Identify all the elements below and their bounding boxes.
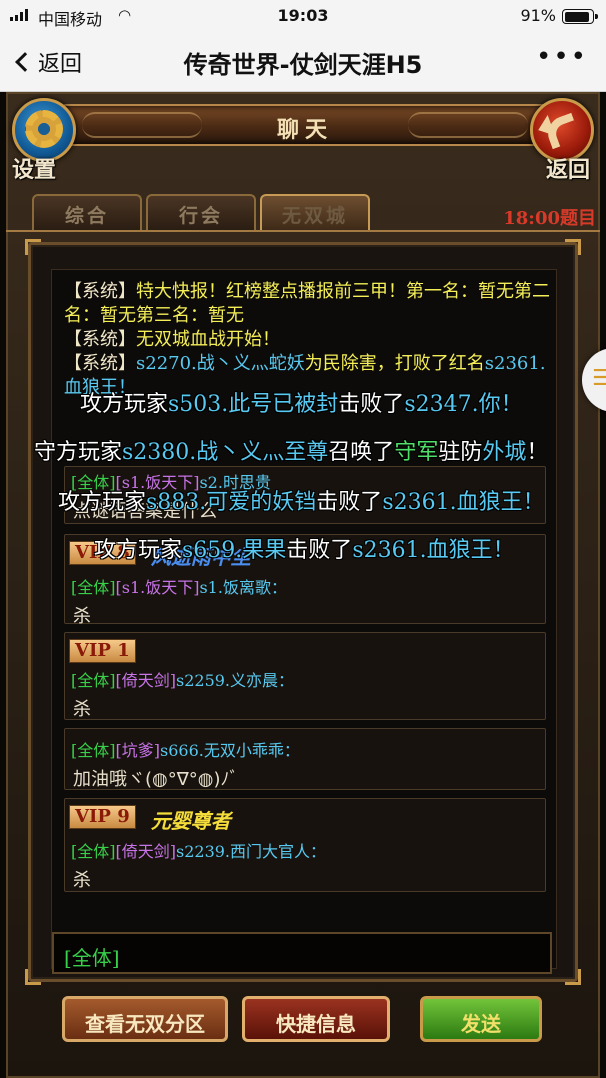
corner-ornament xyxy=(25,969,41,985)
system-message: 【系统】特大快报！红榜整点播报前三甲！第一名：暂无第二名：暂无第三名：暂无 xyxy=(64,281,550,326)
message-header: [全体][倚天剑]s2239.西门大官人： xyxy=(71,842,327,861)
wechat-nav-bar: 返回 传奇世界-仗剑天涯H5 ••• xyxy=(0,32,606,92)
page-title: 传奇世界-仗剑天涯H5 xyxy=(183,51,423,79)
message-text: 杀 xyxy=(73,606,91,627)
return-arrow-icon xyxy=(543,112,581,150)
tab-guild[interactable]: 行会 xyxy=(146,194,256,230)
chat-panel: 【系统】特大快报！红榜整点播报前三甲！第一名：暂无第二名：暂无第三名：暂无 【系… xyxy=(25,239,581,985)
battle-broadcast: 守方玩家s2380.战丶义灬至尊召唤了守军驻防外城！ xyxy=(34,440,549,465)
system-messages: 【系统】特大快报！红榜整点播报前三甲！第一名：暂无第二名：暂无第三名：暂无 【系… xyxy=(64,280,550,400)
chat-message-list[interactable]: 【系统】特大快报！红榜整点播报前三甲！第一名：暂无第二名：暂无第三名：暂无 【系… xyxy=(51,269,557,969)
chat-input[interactable]: [全体] xyxy=(52,932,552,974)
battery-icon xyxy=(562,9,598,24)
chat-message[interactable]: VIP 9 元婴尊者 [全体][倚天剑]s2239.西门大官人： 杀 xyxy=(64,798,546,892)
tab-wushuang-city[interactable]: 无双城 xyxy=(260,194,370,230)
vip-title: 元婴尊者 xyxy=(150,809,231,833)
send-button[interactable]: 发送 xyxy=(420,996,542,1042)
message-header: [全体][坑爹]s666.无双小乖乖： xyxy=(71,741,300,760)
battle-broadcast: 攻方玩家s659.果果击败了s2361.血狼王！ xyxy=(94,538,515,563)
corner-ornament xyxy=(25,239,41,255)
corner-ornament xyxy=(565,239,581,255)
view-zones-button[interactable]: 查看无双分区 xyxy=(62,996,228,1042)
message-text: 杀 xyxy=(73,870,91,891)
game-back-label: 返回 xyxy=(545,157,590,183)
vip-badge: VIP 9 xyxy=(69,805,136,829)
battle-broadcast: 攻方玩家s883.可爱的妖铛击败了s2361.血狼王！ xyxy=(58,490,545,515)
chat-message[interactable]: VIP 1 [全体][倚天剑]s2259.义亦晨： 杀 xyxy=(64,632,546,720)
chat-message[interactable]: [全体][坑爹]s666.无双小乖乖： 加油哦ヾ(◍°∇°◍)ﾉﾞ xyxy=(64,728,546,790)
system-message: 【系统】无双城血战开始！ xyxy=(64,329,280,350)
message-text: 杀 xyxy=(73,699,91,720)
chat-title: 聊天 xyxy=(276,118,333,143)
vip-badge: VIP 1 xyxy=(69,639,136,663)
tab-divider xyxy=(6,230,600,232)
status-bar: 中国移动 ◠ 19:03 91% xyxy=(0,0,606,32)
message-text: 加油哦ヾ(◍°∇°◍)ﾉﾞ xyxy=(73,769,239,790)
quick-message-button[interactable]: 快捷信息 xyxy=(242,996,390,1042)
settings-label: 设置 xyxy=(12,157,57,183)
menu-icon: ☰ xyxy=(592,366,606,391)
more-menu-button[interactable]: ••• xyxy=(536,42,588,72)
message-header: [全体][s1.饭天下]s1.饭离歌： xyxy=(71,578,287,597)
game-stage: 聊天 设置 返回 综合 行会 无双城 18:00题目 【系统】特大快报！红榜整点… xyxy=(0,92,606,1078)
clock: 19:03 xyxy=(277,6,329,25)
message-header: [全体][倚天剑]s2259.义亦晨： xyxy=(71,671,295,690)
battery-percent: 91% xyxy=(520,6,556,25)
corner-ornament xyxy=(565,969,581,985)
gear-icon xyxy=(25,110,63,148)
battle-broadcast: 攻方玩家s503.此号已被封击败了s2347.你！ xyxy=(80,392,523,417)
tab-general[interactable]: 综合 xyxy=(32,194,142,230)
chat-title-banner: 聊天 xyxy=(60,104,550,146)
scrolling-notice: 18:00题目 xyxy=(503,208,596,229)
chat-tabs: 综合 行会 无双城 xyxy=(32,194,370,230)
channel-prefix: [全体] xyxy=(64,946,120,970)
